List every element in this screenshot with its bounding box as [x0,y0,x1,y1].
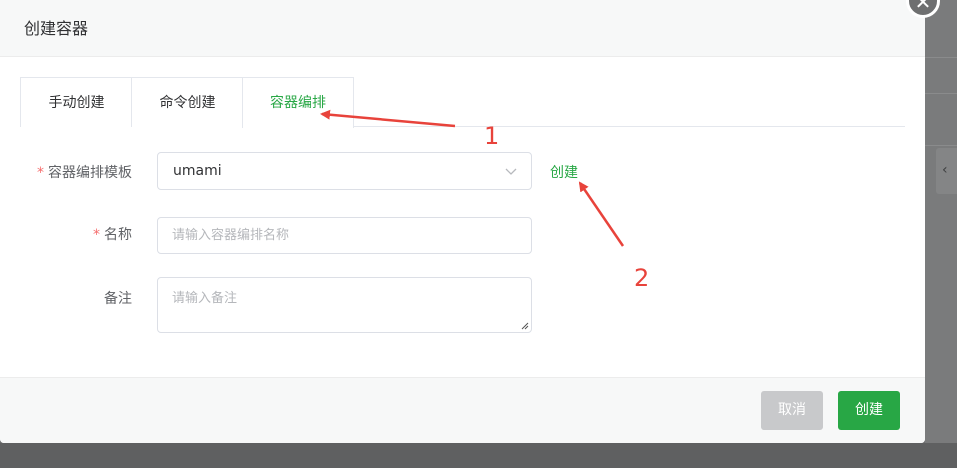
chevron-left-icon: ‹ [942,162,948,178]
template-label: * 容器编排模板 [37,165,132,181]
cancel-button[interactable]: 取消 [761,391,823,430]
background-divider [925,93,957,94]
create-button[interactable]: 创建 [838,391,900,430]
background-divider [925,145,957,146]
tab-manual-create[interactable]: 手动创建 [20,77,132,127]
name-label: * 名称 [93,227,132,243]
compose-name-input[interactable]: 请输入容器编排名称 [157,217,532,254]
remark-textarea[interactable]: 请输入备注 [157,277,532,333]
background-collapse-handle: ‹ [936,148,957,194]
annotation-number-2: 2 [634,264,650,292]
background-divider [925,57,957,58]
chevron-down-icon [505,153,517,189]
tab-compose[interactable]: 容器编排 [242,77,354,128]
create-mode-tabs: 手动创建 命令创建 容器编排 [20,77,905,128]
template-select[interactable]: umami [157,152,532,190]
create-template-link[interactable]: 创建 [550,162,578,182]
dialog-header: 创建容器 [0,0,925,57]
create-container-dialog: 创建容器 手动创建 命令创建 容器编排 * 容器编排模板 umami 创建 * 名称… [0,0,925,443]
remark-label: 备注 [104,291,132,307]
background-overlay-bottom [0,443,957,468]
remark-placeholder: 请输入备注 [172,291,238,306]
tab-command-create[interactable]: 命令创建 [131,77,243,127]
background-page-edge [925,0,957,468]
annotation-number-1: 1 [484,122,500,150]
dialog-title: 创建容器 [24,19,89,38]
dialog-footer: 取消 创建 [0,377,925,443]
template-select-value: umami [173,163,222,179]
resize-handle-icon[interactable] [521,322,529,330]
